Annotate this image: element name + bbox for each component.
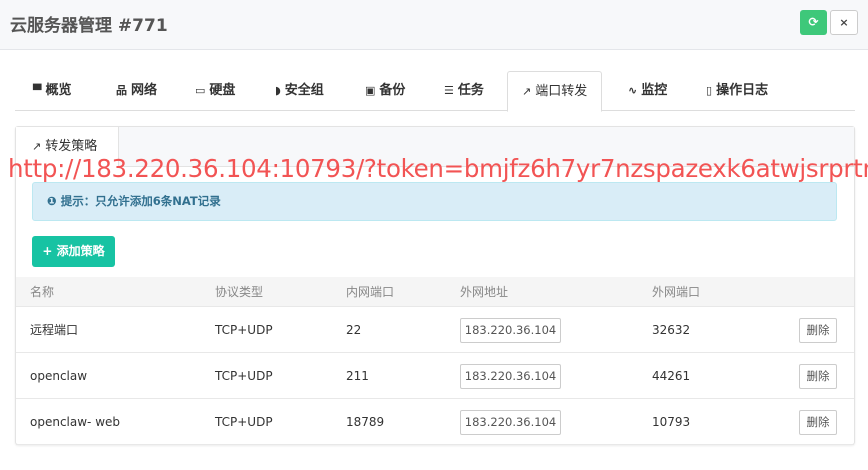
- tasks-icon: ☰: [444, 84, 454, 97]
- delete-button[interactable]: 删除: [799, 318, 837, 343]
- column-header: 外网地址: [460, 285, 509, 299]
- ext-ip-field[interactable]: 183.220.36.104: [460, 364, 561, 389]
- table-header: 名称 协议类型 内网端口 外网地址 外网端口: [16, 277, 854, 307]
- ext-ip-field[interactable]: 183.220.36.104: [460, 318, 561, 343]
- column-header: 协议类型: [215, 285, 264, 299]
- tab-label: 监控: [641, 83, 668, 98]
- table-row: openclaw- web TCP+UDP 18789 183.220.36.1…: [16, 399, 854, 445]
- page-title: 云服务器管理 #771: [10, 16, 168, 36]
- ext-port-cell: 10793: [652, 415, 691, 429]
- tab-3[interactable]: ◗ 安全组: [275, 71, 324, 111]
- tab-0[interactable]: ▀ 概览: [33, 71, 71, 111]
- table-row: openclaw TCP+UDP 211 183.220.36.104 4426…: [16, 353, 854, 399]
- hdd-icon: ▭: [195, 84, 206, 97]
- add-policy-button[interactable]: + 添加策略: [32, 236, 115, 267]
- ext-port-cell: 44261: [652, 369, 691, 383]
- tab-label: 安全组: [284, 83, 324, 98]
- file-icon: ▯: [706, 84, 713, 97]
- tab-label: 备份: [379, 83, 406, 98]
- ext-ip-field[interactable]: 183.220.36.104: [460, 410, 561, 435]
- tab-6[interactable]: ↗ 端口转发: [507, 71, 603, 112]
- tab-label: 概览: [45, 83, 72, 98]
- delete-button[interactable]: 删除: [799, 410, 837, 435]
- column-header: 名称: [30, 285, 55, 299]
- tab-label: 网络: [131, 83, 158, 98]
- tab-bar: ▀ 概览 品网络 ▭ 硬盘 ◗ 安全组 ▣ 备份 ☰ 任务 ↗ 端口转发 ∿ 监控 ▯ 操作日志: [15, 71, 855, 112]
- tab-label: 硬盘: [209, 83, 236, 98]
- overlay-url: http://183.220.36.104:10793/?token=bmjfz…: [8, 154, 868, 183]
- tab-label: 端口转发: [535, 84, 588, 99]
- name-cell: openclaw- web: [30, 415, 121, 429]
- name-cell: openclaw: [30, 369, 88, 383]
- monitor-icon: ▀: [33, 84, 42, 97]
- column-header: 外网端口: [652, 285, 701, 299]
- shield-icon: ◗: [275, 84, 281, 97]
- tab-8[interactable]: ▯ 操作日志: [706, 71, 768, 111]
- protocol-cell: TCP+UDP: [215, 323, 273, 337]
- delete-button[interactable]: 删除: [799, 364, 837, 389]
- protocol-cell: TCP+UDP: [215, 415, 273, 429]
- tab-label: 操作日志: [716, 83, 769, 98]
- column-header: 内网端口: [346, 285, 395, 299]
- table-row: 远程端口 TCP+UDP 22 183.220.36.104 32632 删除: [16, 307, 854, 353]
- tab-label: 任务: [457, 83, 484, 98]
- tab-2[interactable]: ▭ 硬盘: [195, 71, 235, 111]
- tab-label: 转发策略: [45, 139, 98, 154]
- tab-5[interactable]: ☰ 任务: [444, 71, 484, 111]
- pulse-icon: ∿: [628, 84, 638, 97]
- refresh-icon: ⟳: [808, 15, 819, 29]
- protocol-cell: TCP+UDP: [215, 369, 273, 383]
- alert-text: 提示：只允许添加6条NAT记录: [60, 194, 221, 208]
- tab-4[interactable]: ▣ 备份: [365, 71, 405, 111]
- sitemap-icon: 品: [116, 84, 127, 97]
- tab-7[interactable]: ∿ 监控: [628, 71, 667, 111]
- ext-port-cell: 32632: [652, 323, 691, 337]
- info-alert: ❶ 提示：只允许添加6条NAT记录: [32, 182, 837, 221]
- inner-port-cell: 22: [346, 323, 362, 337]
- save-icon: ▣: [365, 84, 376, 97]
- inner-port-cell: 211: [346, 369, 369, 383]
- tab-1[interactable]: 品网络: [116, 71, 157, 111]
- close-button[interactable]: ×: [830, 10, 858, 35]
- info-icon: ❶: [47, 194, 57, 208]
- external-link-icon: ↗: [522, 85, 532, 98]
- inner-port-cell: 18789: [346, 415, 385, 429]
- modal-header: 云服务器管理 #771 ⟳ ×: [0, 0, 868, 50]
- refresh-button[interactable]: ⟳: [800, 10, 827, 35]
- name-cell: 远程端口: [30, 323, 79, 337]
